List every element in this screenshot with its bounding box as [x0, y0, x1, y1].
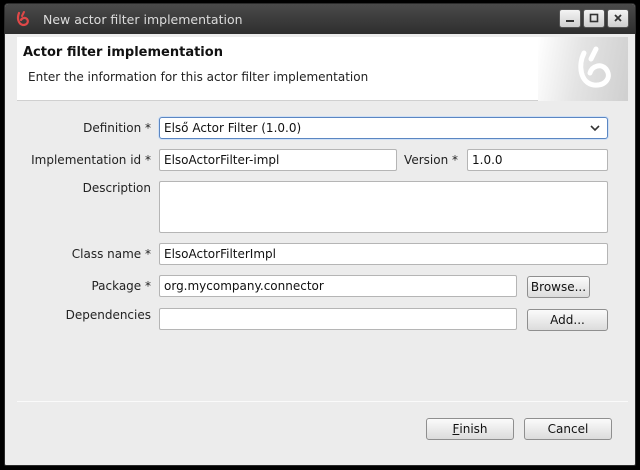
description-label: Description	[82, 181, 151, 195]
finish-mnemonic: F	[452, 422, 460, 436]
window-title: New actor filter implementation	[43, 12, 243, 27]
dependencies-label: Dependencies	[65, 308, 151, 322]
add-button[interactable]: Add...	[527, 309, 608, 331]
wizard-header: Actor filter implementation Enter the in…	[17, 37, 628, 101]
description-textarea[interactable]	[159, 181, 608, 233]
header-subtitle: Enter the information for this actor fil…	[28, 70, 369, 84]
minimize-button[interactable]	[559, 9, 581, 28]
class-name-label: Class name *	[71, 247, 151, 261]
finish-button[interactable]: Finish	[426, 418, 514, 440]
app-logo-icon	[15, 10, 33, 28]
version-input[interactable]: 1.0.0	[467, 149, 608, 171]
maximize-button[interactable]	[583, 9, 605, 28]
package-label: Package *	[91, 279, 151, 293]
implementation-id-input[interactable]: ElsoActorFilter-impl	[159, 149, 397, 171]
class-name-input[interactable]: ElsoActorFilterImpl	[159, 243, 608, 265]
browse-button[interactable]: Browse...	[527, 276, 590, 298]
header-title: Actor filter implementation	[23, 45, 223, 60]
finish-label: inish	[459, 422, 488, 436]
close-icon	[613, 12, 623, 26]
chevron-down-icon	[589, 122, 601, 137]
dependencies-input[interactable]	[159, 308, 517, 330]
title-bar[interactable]: New actor filter implementation	[5, 4, 635, 34]
definition-value: Első Actor Filter (1.0.0)	[164, 121, 302, 135]
minimize-icon	[565, 12, 575, 26]
footer-separator	[17, 401, 628, 402]
close-button[interactable]	[607, 9, 629, 28]
package-input[interactable]: org.mycompany.connector	[159, 275, 517, 297]
version-label: Version *	[404, 153, 458, 167]
cancel-button[interactable]: Cancel	[524, 418, 612, 440]
implementation-id-label: Implementation id *	[31, 153, 151, 167]
maximize-icon	[589, 12, 599, 26]
definition-select[interactable]: Első Actor Filter (1.0.0)	[159, 117, 608, 139]
definition-label: Definition *	[83, 121, 151, 135]
brand-banner	[538, 37, 628, 101]
dialog-window: New actor filter implementation Actor fi…	[4, 3, 636, 466]
